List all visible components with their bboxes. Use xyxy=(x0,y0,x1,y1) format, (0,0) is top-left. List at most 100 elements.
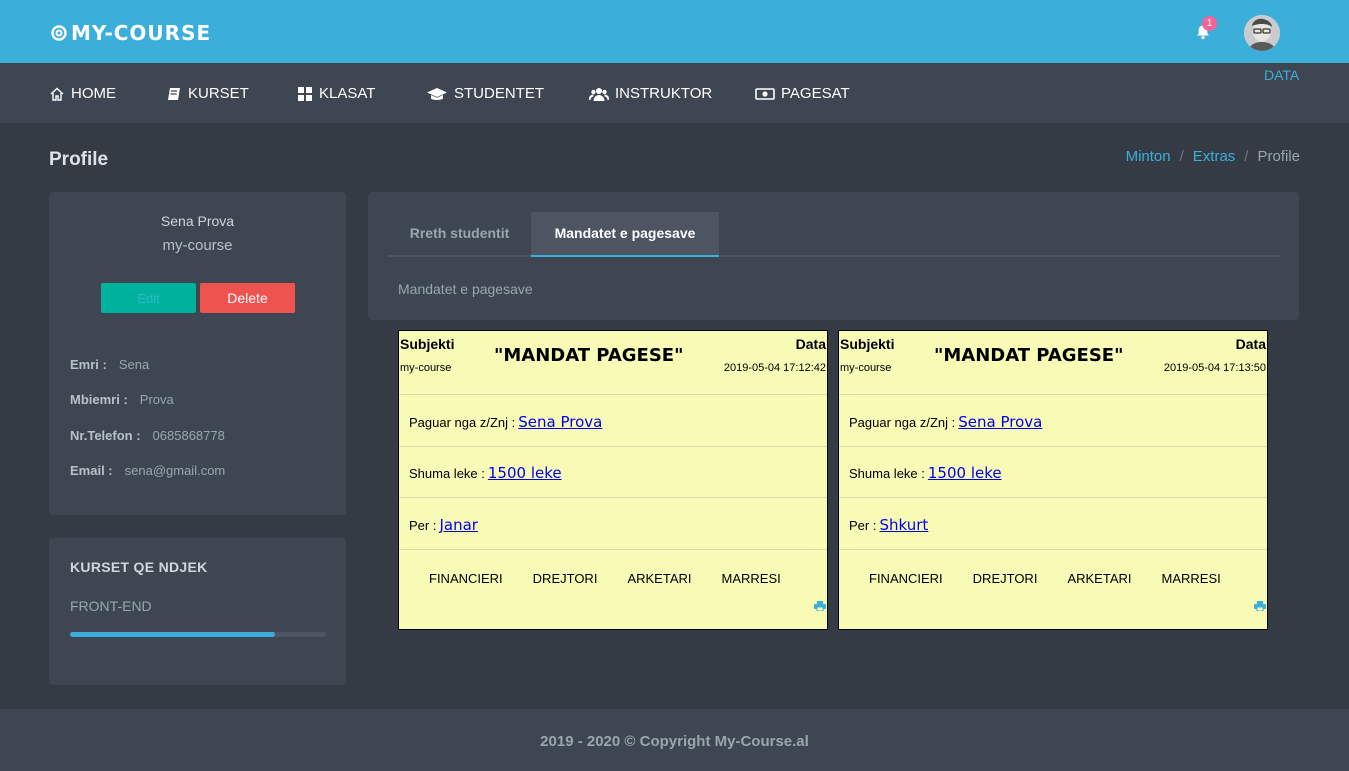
mandate-subject-label: Subjekti xyxy=(400,336,455,352)
mandate-subject: my-course xyxy=(400,362,452,374)
payment-mandate: Subjekti my-course "MANDAT PAGESE" Data … xyxy=(398,330,828,630)
breadcrumb-item-extras[interactable]: Extras xyxy=(1193,148,1236,165)
divider xyxy=(399,446,827,447)
divider xyxy=(399,497,827,498)
nav-label-studentet: STUDENTET xyxy=(454,85,544,102)
mandate-date: 2019-05-04 17:13:50 xyxy=(1163,362,1266,374)
breadcrumb-item-minton[interactable]: Minton xyxy=(1126,148,1171,165)
mandate-date-label: Data xyxy=(795,336,826,352)
mandate-date: 2019-05-04 17:12:42 xyxy=(723,362,826,374)
signature-financieri: FINANCIERI xyxy=(429,571,503,586)
breadcrumb-separator: / xyxy=(1244,148,1249,165)
mandate-for-row: Per : Shkurt xyxy=(849,516,928,534)
info-value: Prova xyxy=(139,392,174,407)
nav-item-studentet[interactable]: STUDENTET xyxy=(426,85,544,102)
signature-arketari: ARKETARI xyxy=(627,571,692,586)
signature-financieri: FINANCIERI xyxy=(869,571,943,586)
mandate-for-label: Per : xyxy=(849,518,877,533)
nav-label-kurset: KURSET xyxy=(188,85,249,102)
mandate-paid-by-link[interactable]: Sena Prova xyxy=(518,413,602,431)
signature-arketari: ARKETARI xyxy=(1067,571,1132,586)
mandate-date-label: Data xyxy=(1235,336,1266,352)
money-icon xyxy=(755,86,775,102)
profile-subtitle: my-course xyxy=(162,237,233,254)
mandate-paid-by-link[interactable]: Sena Prova xyxy=(958,413,1042,431)
home-icon xyxy=(49,86,65,102)
nav-label-instruktor: INSTRUKTOR xyxy=(615,85,713,102)
power-icon xyxy=(51,25,67,41)
mandate-title: "MANDAT PAGESE" xyxy=(494,345,684,366)
mandate-for-link[interactable]: Shkurt xyxy=(879,516,928,534)
user-menu-link[interactable]: DATA xyxy=(1264,67,1299,83)
nav-label-pagesat: PAGESAT xyxy=(781,85,850,102)
info-label: Mbiemri : xyxy=(70,392,128,407)
nav-item-klasat[interactable]: KLASAT xyxy=(297,85,375,102)
mandate-amount-label: Shuma leke : xyxy=(849,466,925,481)
nav-item-kurset[interactable]: KURSET xyxy=(166,85,249,102)
info-label: Emri : xyxy=(70,357,107,372)
user-avatar-icon xyxy=(1244,15,1280,51)
mandate-for-link[interactable]: Janar xyxy=(439,516,477,534)
mandate-amount-label: Shuma leke : xyxy=(409,466,485,481)
edit-button[interactable]: Edit xyxy=(101,283,196,313)
logo-text: MY-COURSE xyxy=(71,21,212,45)
avatar[interactable] xyxy=(1244,15,1280,51)
divider xyxy=(839,497,1267,498)
breadcrumb-separator: / xyxy=(1179,148,1184,165)
breadcrumb: Minton / Extras / Profile xyxy=(1126,148,1300,165)
mandate-amount-link[interactable]: 1500 leke xyxy=(488,464,562,482)
tab-rreth-studentit[interactable]: Rreth studentit xyxy=(388,212,531,257)
tab-mandatet-e-pagesave[interactable]: Mandatet e pagesave xyxy=(531,212,719,257)
profile-name: Sena Prova xyxy=(160,213,235,229)
divider xyxy=(399,549,827,550)
divider xyxy=(839,394,1267,395)
footer-copyright: 2019 - 2020 © Copyright My-Course.al xyxy=(540,733,809,750)
divider xyxy=(839,549,1267,550)
signature-marresi: MARRESI xyxy=(721,571,781,586)
mandate-paid-by-row: Paguar nga z/Znj : Sena Prova xyxy=(409,413,602,431)
mandate-for-row: Per : Janar xyxy=(409,516,478,534)
mandate-subject: my-course xyxy=(840,362,892,374)
nav-item-pagesat[interactable]: PAGESAT xyxy=(755,85,850,102)
info-value: Sena xyxy=(118,357,150,372)
logo[interactable]: MY-COURSE xyxy=(50,21,211,45)
courses-title: KURSET QE NDJEK xyxy=(70,559,208,575)
courses-card: KURSET QE NDJEK FRONT-END xyxy=(49,538,346,685)
info-value: 0685868778 xyxy=(152,428,225,443)
info-row-phone: Nr.Telefon : 0685868778 xyxy=(70,428,225,443)
course-progress-bar xyxy=(70,632,326,637)
mandate-signatures: FINANCIERI DREJTORI ARKETARI MARRESI xyxy=(869,571,1251,586)
mandate-subject-label: Subjekti xyxy=(840,336,895,352)
mandate-amount-link[interactable]: 1500 leke xyxy=(928,464,1002,482)
nav-item-instruktor[interactable]: INSTRUKTOR xyxy=(589,85,712,102)
mandate-paid-by-label: Paguar nga z/Znj : xyxy=(409,415,516,430)
course-progress-fill xyxy=(70,632,275,637)
breadcrumb-item-profile: Profile xyxy=(1257,148,1300,165)
info-label: Nr.Telefon : xyxy=(70,428,141,443)
info-label: Email : xyxy=(70,463,113,478)
page-title: Profile xyxy=(49,149,109,170)
info-row-email: Email : sena@gmail.com xyxy=(70,463,225,478)
book-icon xyxy=(166,86,182,102)
print-icon[interactable] xyxy=(1254,601,1266,611)
grid-icon xyxy=(297,86,313,102)
nav-label-klasat: KLASAT xyxy=(319,85,376,102)
users-icon xyxy=(589,86,609,102)
main-nav: HOME KURSET KLASAT STUDENTET INSTRUKTOR … xyxy=(0,63,1349,123)
nav-item-home[interactable]: HOME xyxy=(49,85,116,102)
mandate-paid-by-label: Paguar nga z/Znj : xyxy=(849,415,956,430)
print-icon[interactable] xyxy=(814,601,826,611)
mandate-paid-by-row: Paguar nga z/Znj : Sena Prova xyxy=(849,413,1042,431)
signature-drejtori: DREJTORI xyxy=(972,571,1038,586)
mandate-amount-row: Shuma leke : 1500 leke xyxy=(409,464,562,482)
tab-content-title: Mandatet e pagesave xyxy=(398,281,533,297)
mandate-title: "MANDAT PAGESE" xyxy=(934,345,1124,366)
info-row-name: Emri : Sena xyxy=(70,357,149,372)
tabs-card: Rreth studentit Mandatet e pagesave Mand… xyxy=(368,192,1299,320)
delete-button[interactable]: Delete xyxy=(200,283,295,313)
signature-marresi: MARRESI xyxy=(1161,571,1221,586)
profile-card: Sena Prova my-course Edit Delete Emri : … xyxy=(49,192,346,515)
divider xyxy=(399,394,827,395)
mandate-amount-row: Shuma leke : 1500 leke xyxy=(849,464,1002,482)
notification-badge: 1 xyxy=(1202,16,1217,31)
